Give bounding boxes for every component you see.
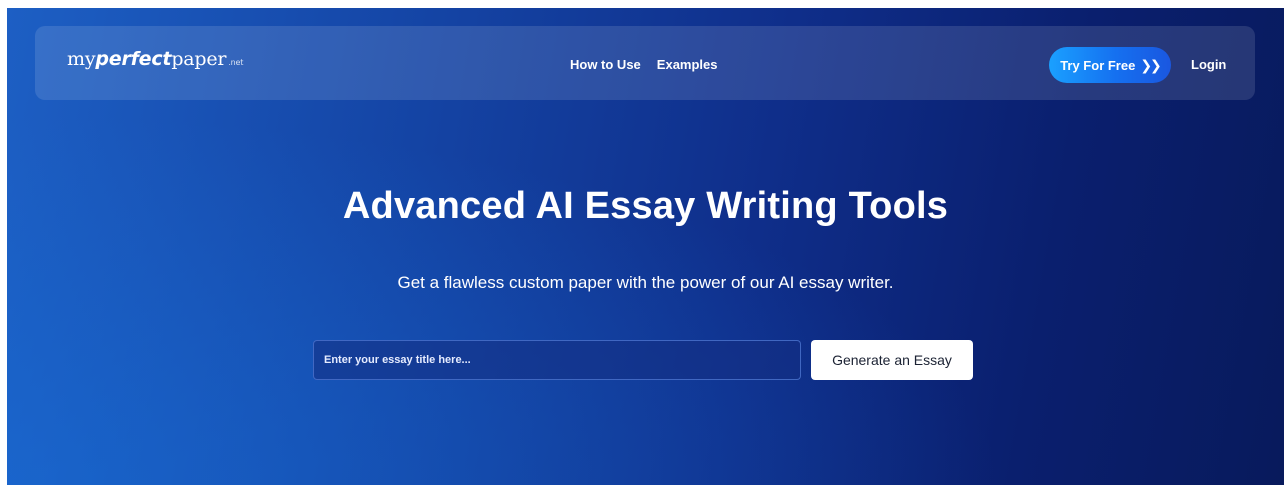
page-frame: myperfectpaper .net How to Use Examples T… bbox=[7, 8, 1284, 485]
essay-generator-form: Generate an Essay bbox=[313, 340, 973, 380]
site-logo[interactable]: myperfectpaper .net bbox=[67, 48, 243, 70]
top-navbar: myperfectpaper .net How to Use Examples T… bbox=[35, 26, 1255, 100]
try-for-free-button[interactable]: Try For Free ❯❯ bbox=[1049, 47, 1171, 83]
logo-tld: .net bbox=[228, 58, 244, 67]
logo-text-my: my bbox=[67, 48, 96, 70]
nav-link-examples[interactable]: Examples bbox=[657, 57, 718, 72]
login-link[interactable]: Login bbox=[1191, 57, 1226, 72]
nav-link-how-to-use[interactable]: How to Use bbox=[570, 57, 641, 72]
logo-text-perfect: perfect bbox=[95, 48, 172, 70]
hero-title: Advanced AI Essay Writing Tools bbox=[342, 185, 949, 227]
essay-title-input[interactable] bbox=[313, 340, 801, 380]
logo-text-paper: paper bbox=[171, 48, 227, 70]
try-for-free-label: Try For Free bbox=[1060, 57, 1136, 73]
double-chevron-right-icon: ❯❯ bbox=[1140, 56, 1162, 73]
nav-links: How to Use Examples bbox=[570, 57, 718, 72]
hero-subtitle: Get a flawless custom paper with the pow… bbox=[397, 273, 894, 292]
generate-essay-button[interactable]: Generate an Essay bbox=[811, 340, 973, 380]
hero-section: myperfectpaper .net How to Use Examples T… bbox=[7, 8, 1284, 485]
